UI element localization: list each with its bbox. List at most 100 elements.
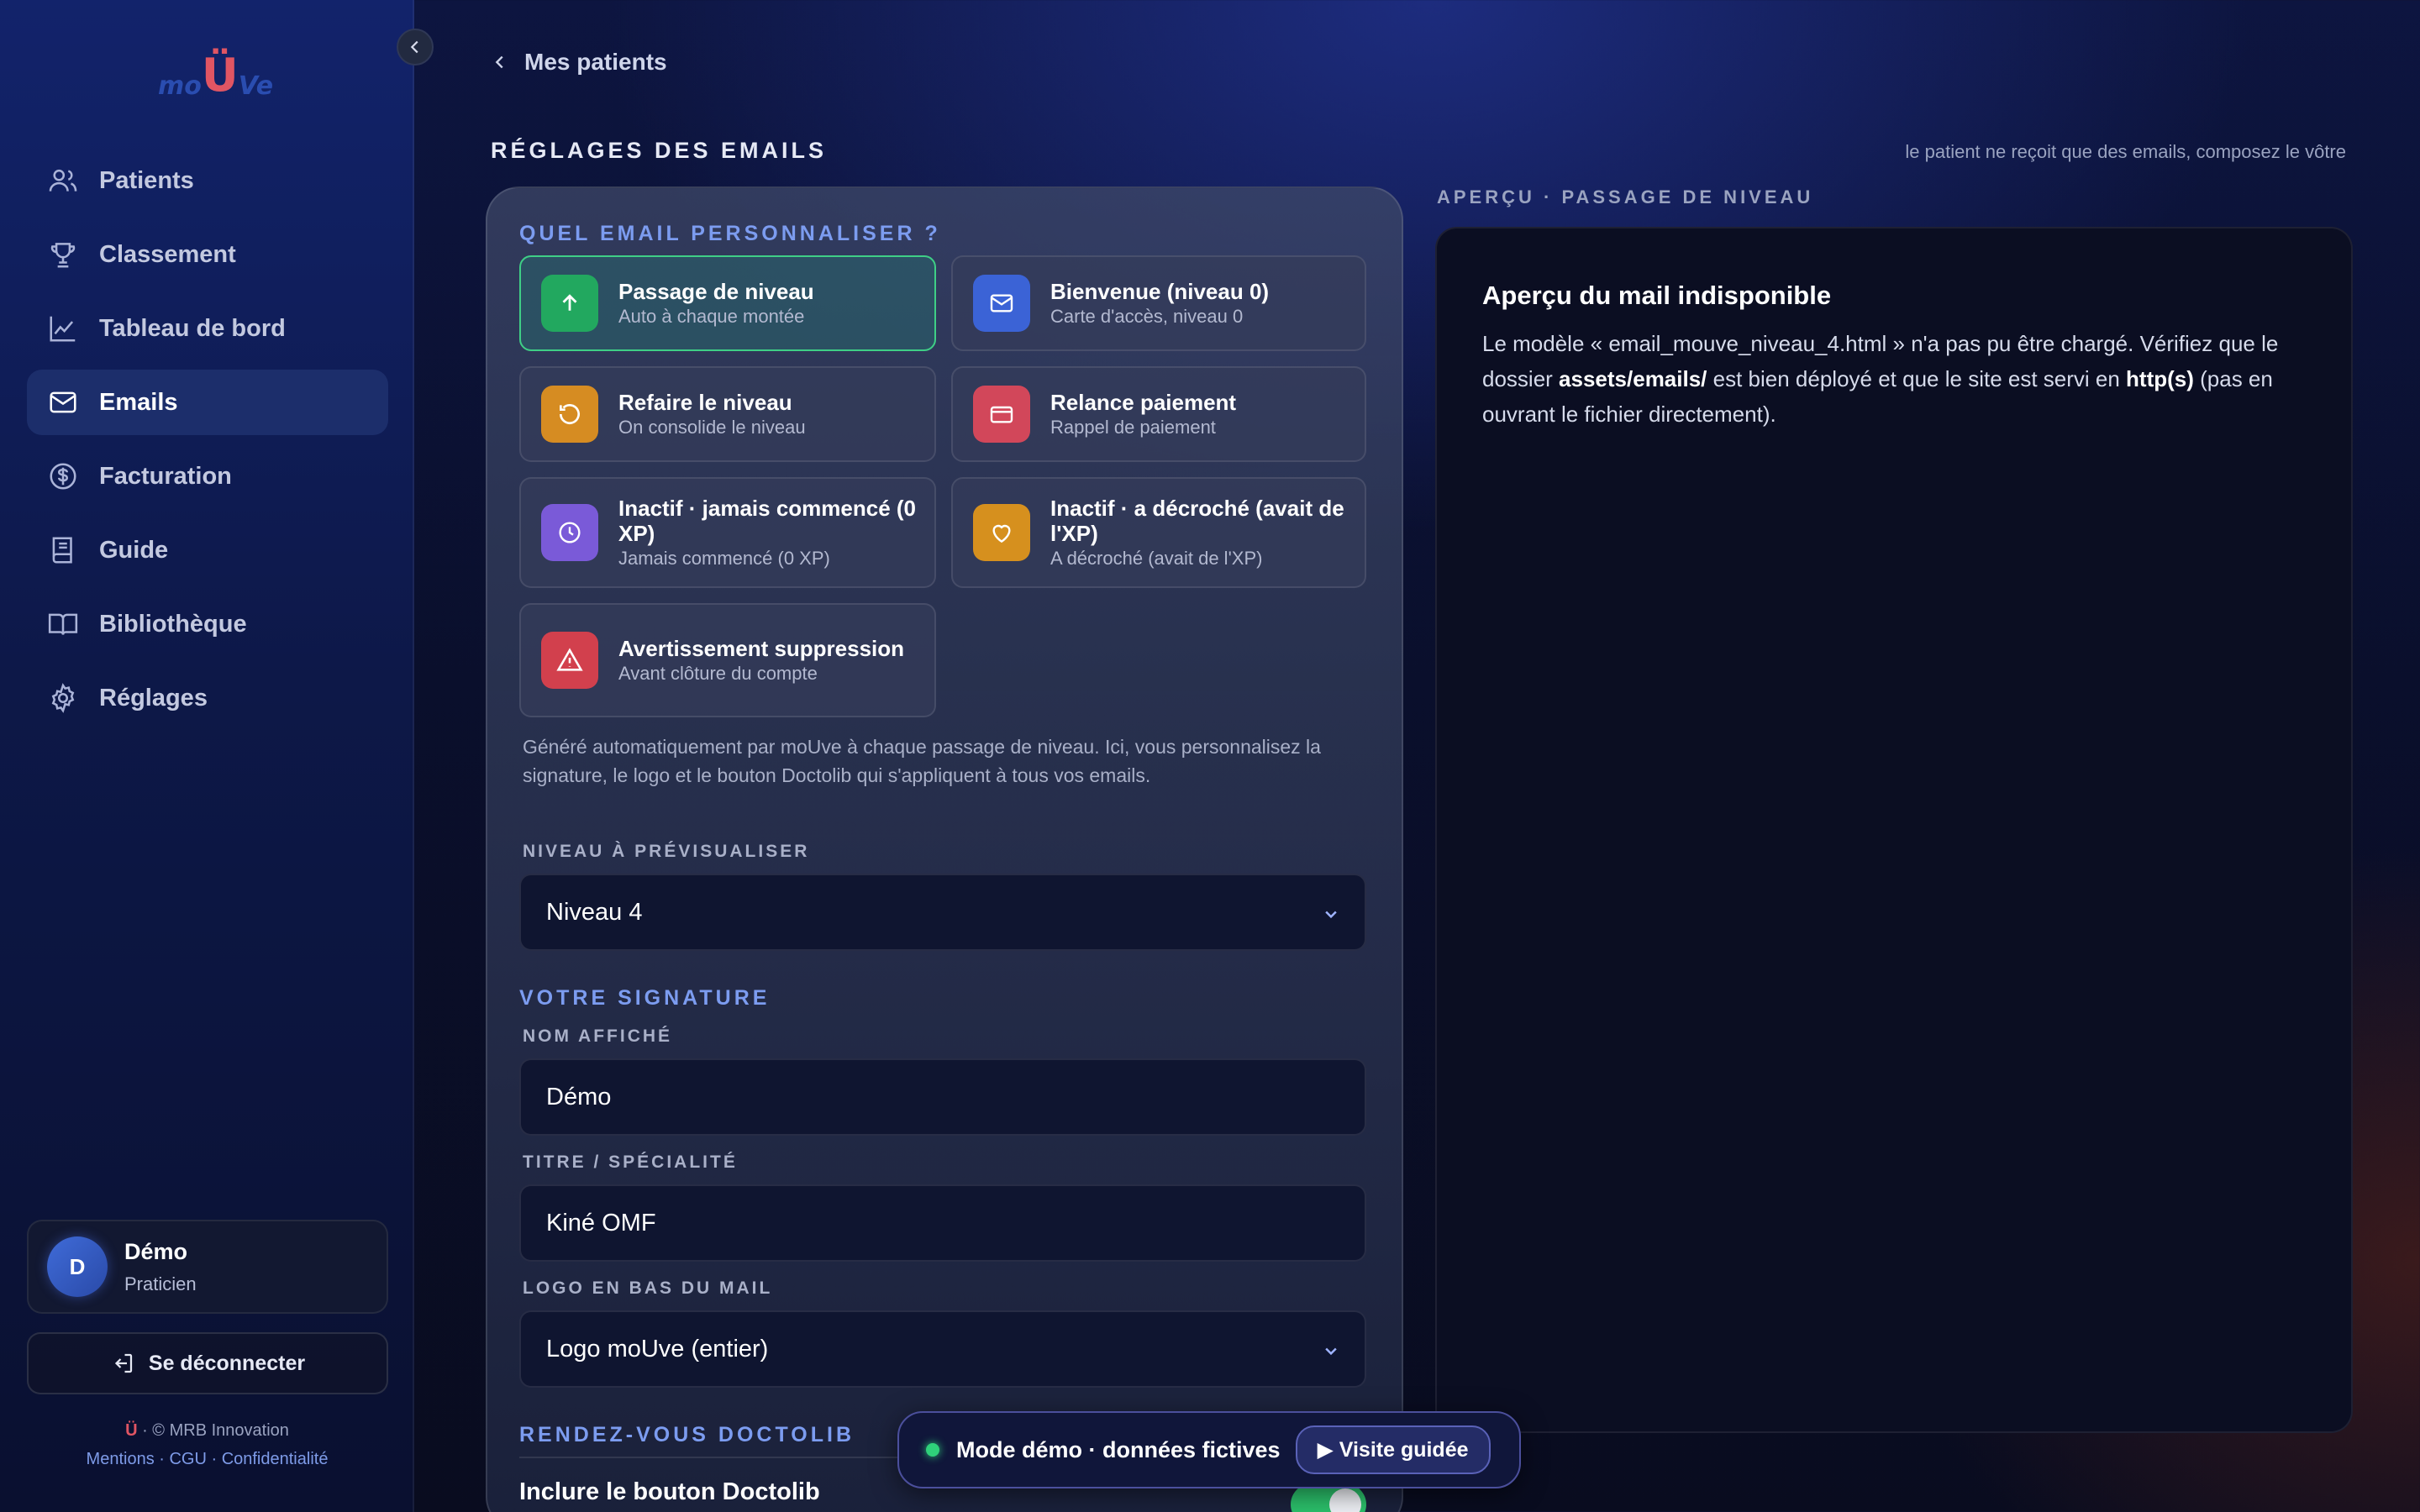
users-icon bbox=[49, 169, 77, 192]
card-title: Avertissement suppression bbox=[618, 636, 905, 661]
chevron-left-icon bbox=[410, 40, 418, 54]
footer-logo: Ü bbox=[125, 1421, 138, 1440]
status-dot bbox=[926, 1443, 939, 1457]
sidebar-item-emails[interactable]: Emails bbox=[27, 370, 388, 435]
sidebar-item-guide[interactable]: Guide bbox=[27, 517, 388, 583]
card-title: Refaire le niveau bbox=[618, 390, 792, 415]
email-type-card-inactif-jamais[interactable]: Inactif · jamais commencé (0 XP) Jamais c… bbox=[519, 477, 936, 588]
preview-text: est bien déployé et que le site est serv… bbox=[1707, 366, 2127, 391]
preview-label: APERÇU · PASSAGE DE NIVEAU bbox=[1437, 186, 1814, 207]
card-subtitle: Carte d'accès, niveau 0 bbox=[1050, 306, 1244, 327]
doctolib-toggle-label: Inclure le bouton Doctolib bbox=[519, 1478, 820, 1505]
sidebar-item-patients[interactable]: Patients bbox=[27, 148, 388, 213]
preview-message: Le modèle « email_mouve_niveau_4.html » … bbox=[1482, 326, 2323, 432]
clock-icon bbox=[541, 504, 598, 561]
email-type-card-passage[interactable]: Passage de niveau Auto à chaque montée bbox=[519, 255, 936, 351]
dollar-icon bbox=[50, 463, 76, 490]
level-select[interactable]: Niveau 4 bbox=[519, 874, 1366, 951]
name-label: NOM AFFICHÉ bbox=[523, 1026, 673, 1046]
logo-part: Ve bbox=[238, 71, 274, 101]
chevron-down-icon bbox=[1325, 911, 1337, 919]
email-type-card-suppression[interactable]: Avertissement suppression Avant clôture d… bbox=[519, 603, 936, 717]
guided-tour-button[interactable]: ▶ Visite guidée bbox=[1295, 1425, 1491, 1474]
card-subtitle: Auto à chaque montée bbox=[618, 306, 805, 327]
email-type-description: Généré automatiquement par moUve à chaqu… bbox=[523, 736, 1321, 786]
sidebar-item-label: Classement bbox=[99, 240, 236, 268]
mail-icon bbox=[973, 275, 1030, 332]
card-title: Inactif · a décroché (avait de l'XP) bbox=[1050, 496, 1344, 546]
card-subtitle: Avant clôture du compte bbox=[618, 663, 818, 684]
section-title-doctolib: RENDEZ-VOUS DOCTOLIB bbox=[519, 1423, 855, 1446]
sidebar-item-label: Emails bbox=[99, 388, 178, 416]
back-label: Mes patients bbox=[524, 49, 667, 75]
app-logo[interactable]: mo Ü Ve bbox=[158, 42, 273, 102]
avatar: D bbox=[47, 1236, 108, 1297]
sidebar-item-label: Réglages bbox=[99, 684, 208, 711]
sidebar-item-label: Facturation bbox=[99, 462, 232, 490]
sidebar-item-facturation[interactable]: Facturation bbox=[27, 444, 388, 509]
open-book-icon bbox=[48, 613, 78, 635]
display-name-input[interactable]: Démo bbox=[519, 1058, 1366, 1136]
collapse-sidebar-button[interactable] bbox=[397, 29, 434, 66]
card-title: Passage de niveau bbox=[618, 279, 814, 304]
sidebar-item-label: Bibliothèque bbox=[99, 610, 247, 638]
email-type-card-refaire[interactable]: Refaire le niveau On consolide le niveau bbox=[519, 366, 936, 462]
chart-icon bbox=[50, 316, 76, 342]
specialty-value: Kiné OMF bbox=[546, 1209, 656, 1236]
copyright-text: · © MRB Innovation bbox=[142, 1421, 289, 1440]
user-card[interactable]: D Démo Praticien bbox=[27, 1220, 388, 1314]
user-name: Démo bbox=[124, 1238, 188, 1264]
sidebar-item-label: Guide bbox=[99, 536, 169, 564]
logo-part: Ü bbox=[201, 49, 239, 102]
specialty-label: TITRE / SPÉCIALITÉ bbox=[523, 1152, 738, 1172]
display-name-value: Démo bbox=[546, 1083, 612, 1110]
card-title: Relance paiement bbox=[1050, 390, 1237, 415]
gear-icon bbox=[51, 683, 75, 713]
email-type-card-inactif-decroche[interactable]: Inactif · a décroché (avait de l'XP) A dé… bbox=[951, 477, 1366, 588]
logo-part: mo bbox=[158, 71, 202, 101]
card-title: Bienvenue (niveau 0) bbox=[1050, 279, 1270, 304]
refresh-icon bbox=[541, 386, 598, 443]
section-title-signature: VOTRE SIGNATURE bbox=[519, 986, 771, 1010]
logout-label: Se déconnecter bbox=[148, 1351, 306, 1375]
demo-mode-text: Mode démo · données fictives bbox=[956, 1436, 1281, 1462]
level-label: NIVEAU À PRÉVISUALISER bbox=[523, 842, 810, 861]
arrow-up-icon bbox=[541, 275, 598, 332]
back-link[interactable]: Mes patients bbox=[491, 49, 667, 76]
footer-links[interactable]: Mentions · CGU · Confidentialité bbox=[0, 1450, 414, 1469]
mail-icon bbox=[50, 391, 76, 413]
logo-label: LOGO EN BAS DU MAIL bbox=[523, 1278, 773, 1298]
preview-path: assets/emails/ bbox=[1559, 366, 1707, 391]
page-title: RÉGLAGES DES EMAILS bbox=[491, 138, 828, 163]
sidebar-item-classement[interactable]: Classement bbox=[27, 222, 388, 287]
chevron-left-icon bbox=[495, 55, 503, 69]
warning-icon bbox=[541, 632, 598, 689]
logo-select[interactable]: Logo moUve (entier) bbox=[519, 1310, 1366, 1388]
sidebar-item-label: Patients bbox=[99, 166, 194, 194]
chevron-down-icon bbox=[1325, 1347, 1337, 1356]
card-subtitle: Rappel de paiement bbox=[1050, 417, 1216, 438]
sidebar-item-bibliotheque[interactable]: Bibliothèque bbox=[27, 591, 388, 657]
level-select-value: Niveau 4 bbox=[546, 898, 643, 926]
demo-mode-banner: Mode démo · données fictives ▶ Visite gu… bbox=[897, 1411, 1521, 1488]
sidebar-nav: Patients Classement Tableau de bord Emai… bbox=[27, 148, 388, 739]
book-icon bbox=[52, 537, 72, 564]
sidebar-item-reglages[interactable]: Réglages bbox=[27, 665, 388, 731]
sidebar-item-dashboard[interactable]: Tableau de bord bbox=[27, 296, 388, 361]
sidebar-item-label: Tableau de bord bbox=[99, 314, 286, 342]
specialty-input[interactable]: Kiné OMF bbox=[519, 1184, 1366, 1262]
email-type-card-bienvenue[interactable]: Bienvenue (niveau 0) Carte d'accès, nivea… bbox=[951, 255, 1366, 351]
section-title-choose: QUEL EMAIL PERSONNALISER ? bbox=[519, 222, 941, 245]
toggle-knob bbox=[1329, 1488, 1361, 1512]
logout-icon bbox=[114, 1353, 133, 1373]
heart-icon bbox=[973, 504, 1030, 561]
card-subtitle: Jamais commencé (0 XP) bbox=[618, 548, 830, 569]
footer-copyright: Ü · © MRB Innovation bbox=[0, 1421, 414, 1441]
preview-title: Aperçu du mail indisponible bbox=[1482, 281, 1832, 310]
card-subtitle: A décroché (avait de l'XP) bbox=[1050, 548, 1263, 569]
logout-button[interactable]: Se déconnecter bbox=[27, 1332, 388, 1394]
preview-protocol: http(s) bbox=[2126, 366, 2194, 391]
page-hint: le patient ne reçoit que des emails, com… bbox=[1905, 141, 2346, 162]
sidebar: mo Ü Ve Patients Classement Tableau de bor… bbox=[0, 0, 414, 1512]
email-type-card-relance[interactable]: Relance paiement Rappel de paiement bbox=[951, 366, 1366, 462]
